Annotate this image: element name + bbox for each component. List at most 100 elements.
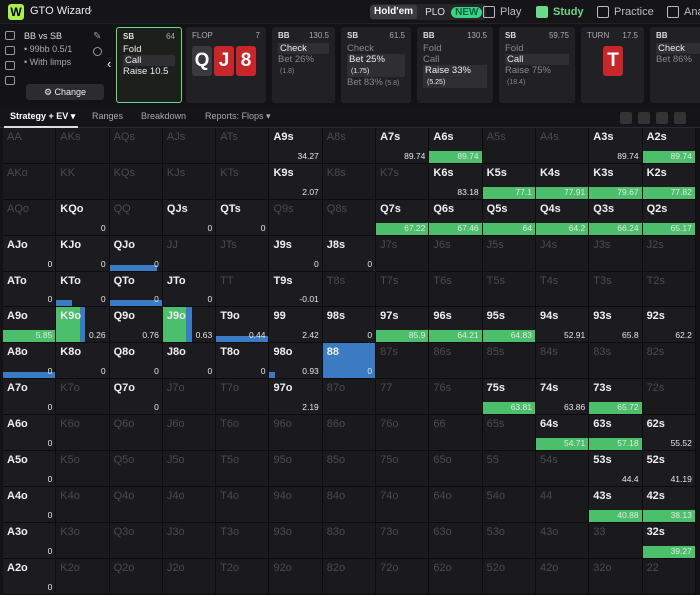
hand-cell-85s[interactable]: 85s bbox=[482, 343, 536, 380]
hand-cell-t2s[interactable]: T2s bbox=[642, 271, 696, 308]
hand-cell-t9s[interactable]: T9s -0.01 bbox=[269, 271, 323, 308]
hand-cell-k5o[interactable]: K5o bbox=[56, 451, 110, 487]
hand-cell-kqo[interactable]: KQo 0 bbox=[56, 199, 110, 236]
hand-cell-a8s[interactable]: A8s bbox=[322, 128, 377, 164]
hand-cell-94s[interactable]: 94s 52.91 bbox=[535, 307, 590, 344]
hand-cell-t3s[interactable]: T3s bbox=[589, 271, 643, 308]
hand-cell-qjo[interactable]: QJo 0 bbox=[109, 235, 163, 272]
action-card-sb-flop[interactable]: SB 61.5 Check Bet 25%(1.75) Bet 83% (5.8) bbox=[341, 27, 411, 103]
hand-cell-97o[interactable]: 97o 2.19 bbox=[269, 379, 323, 416]
hand-cell-a6s[interactable]: A6s 89.74 bbox=[429, 128, 483, 164]
hand-cell-j4o[interactable]: J4o bbox=[162, 486, 217, 523]
hand-cell-k3o[interactable]: K3o bbox=[56, 522, 110, 559]
hand-cell-k6s[interactable]: K6s 83.18 bbox=[429, 163, 483, 200]
hand-cell-t3o[interactable]: T3o bbox=[216, 522, 270, 559]
hand-cell-54s[interactable]: 54s bbox=[535, 451, 590, 487]
hand-cell-q6s[interactable]: Q6s 67.46 bbox=[429, 199, 483, 236]
hand-cell-q5s[interactable]: Q5s 64 bbox=[482, 199, 536, 236]
hand-cell-a2s[interactable]: A2s 89.74 bbox=[642, 128, 696, 164]
hand-cell-74o[interactable]: 74o bbox=[376, 486, 430, 523]
hand-cell-k7o[interactable]: K7o bbox=[56, 379, 110, 416]
turn-card[interactable]: TURN 17.5 T bbox=[581, 27, 644, 103]
hand-cell-55[interactable]: 55 bbox=[482, 451, 536, 487]
hand-cell-aqo[interactable]: AQo bbox=[3, 199, 57, 236]
hand-cell-q2o[interactable]: Q2o bbox=[109, 558, 163, 595]
hand-cell-85o[interactable]: 85o bbox=[322, 451, 377, 487]
hand-cell-77[interactable]: 77 bbox=[376, 379, 430, 416]
hand-cell-aa[interactable]: AA bbox=[3, 128, 57, 164]
hand-cell-q3o[interactable]: Q3o bbox=[109, 522, 163, 559]
hand-cell-94o[interactable]: 94o bbox=[269, 486, 323, 523]
hand-cell-ako[interactable]: AKo bbox=[3, 163, 57, 200]
tab-breakdown[interactable]: Breakdown bbox=[141, 111, 186, 121]
hand-cell-q9s[interactable]: Q9s bbox=[269, 199, 323, 236]
hand-cell-a9s[interactable]: A9s 34.27 bbox=[269, 128, 323, 164]
hand-cell-qts[interactable]: QTs 0 bbox=[216, 199, 270, 236]
view-mode-1-icon[interactable] bbox=[620, 112, 632, 124]
hand-cell-a8o[interactable]: A8o 0 bbox=[3, 343, 57, 380]
hand-cell-q2s[interactable]: Q2s 65.17 bbox=[642, 199, 696, 236]
hand-cell-98s[interactable]: 98s 0 bbox=[322, 307, 377, 344]
hand-cell-q4o[interactable]: Q4o bbox=[109, 486, 163, 523]
hand-cell-64s[interactable]: 64s 54.71 bbox=[535, 415, 590, 452]
hand-cell-j7o[interactable]: J7o bbox=[162, 379, 217, 416]
hand-cell-j9s[interactable]: J9s 0 bbox=[269, 235, 323, 272]
hand-cell-76o[interactable]: 76o bbox=[376, 415, 430, 452]
chevron-left-icon[interactable]: ‹ bbox=[107, 56, 111, 71]
hand-cell-j7s[interactable]: J7s bbox=[376, 235, 430, 272]
hand-cell-a7o[interactable]: A7o 0 bbox=[3, 379, 57, 416]
hand-cell-k8o[interactable]: K8o 0 bbox=[56, 343, 110, 380]
nav-play[interactable]: Play bbox=[483, 0, 521, 24]
hand-cell-k2s[interactable]: K2s 77.82 bbox=[642, 163, 696, 200]
hand-cell-87o[interactable]: 87o bbox=[322, 379, 377, 416]
hand-cell-75s[interactable]: 75s 63.81 bbox=[482, 379, 536, 416]
tab-reports[interactable]: Reports: Flops ▾ bbox=[205, 111, 271, 122]
hand-cell-j6o[interactable]: J6o bbox=[162, 415, 217, 452]
hand-cell-jj[interactable]: JJ bbox=[162, 235, 217, 272]
info-icon[interactable] bbox=[93, 47, 102, 56]
hand-cell-65s[interactable]: 65s bbox=[482, 415, 536, 452]
hand-cell-j2o[interactable]: J2o bbox=[162, 558, 217, 595]
hand-cell-k9o[interactable]: K9o 0.26 bbox=[56, 307, 110, 344]
hand-cell-73o[interactable]: 73o bbox=[376, 522, 430, 559]
hand-cell-t4s[interactable]: T4s bbox=[535, 271, 590, 308]
hand-cell-82s[interactable]: 82s bbox=[642, 343, 696, 380]
hand-cell-ajo[interactable]: AJo 0 bbox=[3, 235, 57, 272]
hand-cell-52o[interactable]: 52o bbox=[482, 558, 536, 595]
hand-cell-kk[interactable]: KK bbox=[56, 163, 110, 200]
hand-cell-76s[interactable]: 76s bbox=[429, 379, 483, 416]
hand-cell-82o[interactable]: 82o bbox=[322, 558, 377, 595]
hand-cell-t7s[interactable]: T7s bbox=[376, 271, 430, 308]
flop-card[interactable]: FLOP 7 Q J 8 bbox=[186, 27, 266, 103]
hand-cell-jto[interactable]: JTo 0 bbox=[162, 271, 217, 308]
hand-cell-62s[interactable]: 62s 55.52 bbox=[642, 415, 696, 452]
hand-cell-j5o[interactable]: J5o bbox=[162, 451, 217, 487]
hand-cell-kto[interactable]: KTo 0 bbox=[56, 271, 110, 308]
hand-cell-j3o[interactable]: J3o bbox=[162, 522, 217, 559]
import-icon[interactable] bbox=[5, 76, 15, 85]
hand-cell-q8o[interactable]: Q8o 0 bbox=[109, 343, 163, 380]
hand-cell-j8o[interactable]: J8o 0 bbox=[162, 343, 217, 380]
hand-cell-64o[interactable]: 64o bbox=[429, 486, 483, 523]
hand-cell-q4s[interactable]: Q4s 64.2 bbox=[535, 199, 590, 236]
hand-cell-aqs[interactable]: AQs bbox=[109, 128, 163, 164]
reset-icon[interactable] bbox=[5, 31, 15, 40]
hand-cell-qto[interactable]: QTo 0 bbox=[109, 271, 163, 308]
hand-cell-33[interactable]: 33 bbox=[589, 522, 643, 559]
game-type-toggle[interactable]: Hold'em PLO NEW bbox=[370, 4, 487, 20]
view-mode-4-icon[interactable] bbox=[674, 112, 686, 124]
hand-cell-a2o[interactable]: A2o 0 bbox=[3, 558, 57, 595]
hand-cell-t8s[interactable]: T8s bbox=[322, 271, 377, 308]
view-mode-3-icon[interactable] bbox=[656, 112, 668, 124]
action-card-bb-turn[interactable]: BB Check Bet 86% bbox=[650, 27, 700, 103]
action-card-bb-raise[interactable]: BB 130.5 Fold Call Raise 33%(5.25) bbox=[417, 27, 493, 103]
hand-cell-q8s[interactable]: Q8s bbox=[322, 199, 377, 236]
hand-cell-a9o[interactable]: A9o 5.85 bbox=[3, 307, 57, 344]
hand-cell-84o[interactable]: 84o bbox=[322, 486, 377, 523]
hand-cell-ats[interactable]: ATs bbox=[216, 128, 270, 164]
save-icon[interactable] bbox=[5, 46, 15, 55]
hand-cell-a4o[interactable]: A4o 0 bbox=[3, 486, 57, 523]
hand-cell-qjs[interactable]: QJs 0 bbox=[162, 199, 217, 236]
hand-cell-97s[interactable]: 97s 85.9 bbox=[376, 307, 430, 344]
hand-cell-95o[interactable]: 95o bbox=[269, 451, 323, 487]
